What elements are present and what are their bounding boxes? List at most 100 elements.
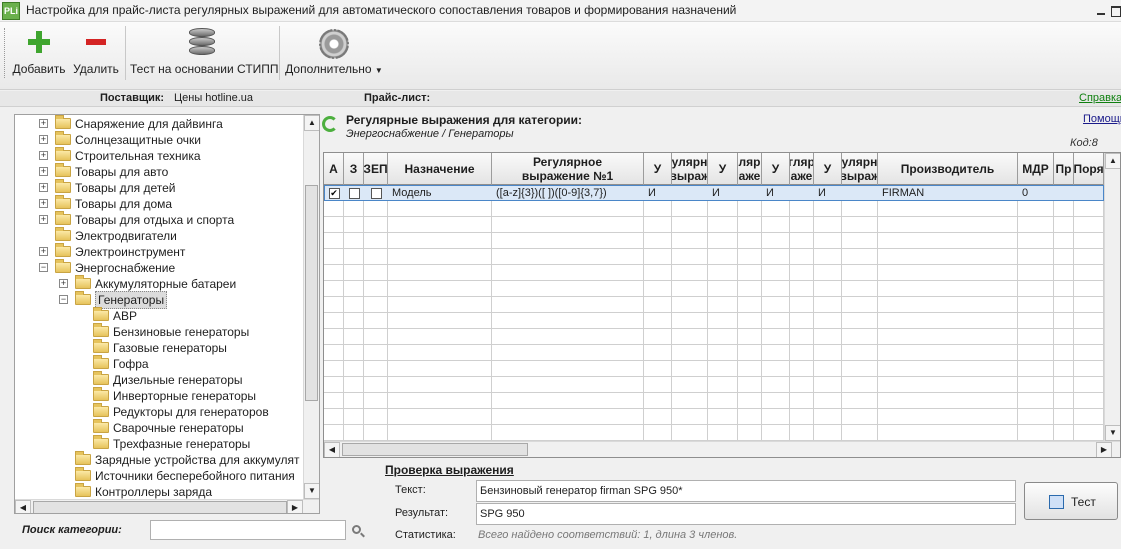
grid-column-header[interactable]: У — [762, 153, 790, 185]
table-cell[interactable] — [846, 186, 878, 201]
expand-icon[interactable]: + — [39, 119, 48, 128]
table-cell[interactable] — [1078, 186, 1104, 201]
collapse-icon[interactable]: − — [59, 295, 68, 304]
scroll-right-icon[interactable]: ▶ — [1096, 442, 1112, 457]
tree-item[interactable]: Сварочные генераторы — [15, 419, 305, 436]
grid-column-header[interactable]: У — [644, 153, 672, 185]
checkbox-zep[interactable] — [370, 188, 382, 199]
expand-icon[interactable]: + — [39, 135, 48, 144]
expand-icon[interactable]: + — [39, 215, 48, 224]
scroll-thumb[interactable] — [33, 501, 287, 513]
scroll-thumb[interactable] — [305, 185, 318, 401]
expand-icon[interactable]: + — [39, 247, 48, 256]
tree-item[interactable]: + Товары для детей — [15, 179, 305, 196]
tree-item[interactable]: Инверторные генераторы — [15, 387, 305, 404]
test-button[interactable]: Тест — [1024, 482, 1118, 520]
tree-item[interactable]: + Товары для отдыха и спорта — [15, 211, 305, 228]
grid-column-header[interactable]: ляр аже — [738, 153, 762, 185]
regex-grid[interactable]: А З ЗЕП Назначение Регулярное выражение №1 Уу… — [323, 152, 1121, 458]
grid-column-header[interactable]: Назначение — [388, 153, 492, 185]
grid-column-header[interactable]: улярн выраж — [842, 153, 878, 185]
scroll-down-icon[interactable]: ▼ — [1105, 425, 1120, 441]
grid-column-header[interactable]: У — [814, 153, 842, 185]
tree-item[interactable]: Гофра — [15, 355, 305, 372]
tree-item[interactable]: Контроллеры заряда — [15, 483, 305, 500]
table-cell[interactable]: И — [712, 186, 738, 201]
expand-icon[interactable]: + — [39, 151, 48, 160]
tree-item[interactable]: Редукторы для генераторов — [15, 403, 305, 420]
table-cell[interactable]: И — [648, 186, 672, 201]
more-dropdown-button[interactable]: Дополнительно ▼ — [285, 26, 383, 78]
tree-item[interactable]: + Строительная техника — [15, 147, 305, 164]
checkbox-a[interactable]: ✔ — [328, 188, 340, 199]
help-link[interactable]: Справка — [1079, 92, 1121, 104]
grid-column-header[interactable]: улярн выраж — [672, 153, 708, 185]
category-tree[interactable]: + Снаряжение для дайвинга + Солнцезащитные … — [14, 114, 320, 514]
tree-item[interactable]: Трехфазные генераторы — [15, 435, 305, 452]
scroll-up-icon[interactable]: ▲ — [304, 115, 319, 131]
table-cell[interactable]: И — [766, 186, 790, 201]
table-cell[interactable] — [742, 186, 762, 201]
grid-column-header[interactable]: Поря — [1074, 153, 1104, 185]
grid-column-header[interactable]: А — [324, 153, 344, 185]
search-input[interactable] — [150, 520, 346, 540]
tree-item[interactable]: − Энергоснабжение — [15, 259, 305, 276]
test-text-field[interactable]: Бензиновый генератор firman SPG 950* — [476, 480, 1016, 502]
refresh-icon[interactable] — [322, 116, 338, 132]
grid-column-header[interactable]: ЗЕП — [364, 153, 388, 185]
regex-help-link[interactable]: Помощь — [1083, 113, 1121, 125]
tree-horizontal-scrollbar[interactable]: ◀ ▶ — [15, 499, 319, 513]
tree-item[interactable]: Источники бесперебойного питания — [15, 467, 305, 484]
table-cell[interactable]: ([a-z]{3})([ ])([0-9]{3,7}) — [496, 186, 644, 201]
scroll-right-icon[interactable]: ▶ — [287, 500, 303, 513]
grid-column-header[interactable]: МДР — [1018, 153, 1054, 185]
tree-item[interactable]: Дизельные генераторы — [15, 371, 305, 388]
scroll-thumb[interactable] — [342, 443, 528, 456]
tree-item[interactable]: Электродвигатели — [15, 227, 305, 244]
grid-vertical-scrollbar[interactable]: ▲ ▼ — [1104, 153, 1120, 441]
delete-button[interactable]: Удалить — [72, 26, 120, 78]
tree-item[interactable]: + Снаряжение для дайвинга — [15, 115, 305, 132]
tree-item[interactable]: Бензиновые генераторы — [15, 323, 305, 340]
search-icon[interactable] — [352, 525, 361, 534]
toolbar-grip[interactable] — [4, 28, 7, 78]
scroll-left-icon[interactable]: ◀ — [15, 500, 31, 513]
grid-body[interactable]: ✔ Модель ([a-z]{3})([ ])([0-9]{3,7}) И И И И FI… — [324, 185, 1104, 441]
tree-item[interactable]: Зарядные устройства для аккумулят — [15, 451, 305, 468]
grid-column-header[interactable]: Производитель — [878, 153, 1018, 185]
expand-icon[interactable]: + — [39, 167, 48, 176]
scroll-left-icon[interactable]: ◀ — [324, 442, 340, 457]
scroll-up-icon[interactable]: ▲ — [1105, 153, 1120, 169]
tree-vertical-scrollbar[interactable]: ▲ ▼ — [303, 115, 319, 499]
expand-icon[interactable]: + — [59, 279, 68, 288]
tree-item[interactable]: + Электроинструмент — [15, 243, 305, 260]
tree-item[interactable]: + Солнцезащитные очки — [15, 131, 305, 148]
grid-horizontal-scrollbar[interactable]: ◀ ▶ — [324, 441, 1120, 457]
tree-item[interactable]: АВР — [15, 307, 305, 324]
tree-item[interactable]: − Генераторы — [15, 291, 305, 309]
grid-column-header[interactable]: У — [708, 153, 738, 185]
collapse-icon[interactable]: − — [39, 263, 48, 272]
table-cell[interactable]: 0 — [1022, 186, 1054, 201]
grid-column-header[interactable]: З — [344, 153, 364, 185]
table-cell[interactable] — [676, 186, 708, 201]
scroll-down-icon[interactable]: ▼ — [304, 483, 319, 499]
grid-column-header[interactable]: Регулярное выражение №1 — [492, 153, 644, 185]
result-field[interactable]: SPG 950 — [476, 503, 1016, 525]
checkbox-z[interactable] — [348, 188, 360, 199]
table-cell[interactable]: FIRMAN — [882, 186, 1018, 201]
tree-item[interactable]: + Товары для авто — [15, 163, 305, 180]
table-cell[interactable] — [794, 186, 814, 201]
test-stipp-button[interactable]: Тест на основании СТИПП — [130, 26, 279, 78]
table-row[interactable]: ✔ Модель ([a-z]{3})([ ])([0-9]{3,7}) И И И И FI… — [324, 185, 1104, 201]
expand-icon[interactable]: + — [39, 183, 48, 192]
table-cell[interactable] — [1058, 186, 1074, 201]
tree-item[interactable]: Газовые генераторы — [15, 339, 305, 356]
add-button[interactable]: Добавить — [10, 26, 68, 78]
expand-icon[interactable]: + — [39, 199, 48, 208]
grid-column-header[interactable]: Пр — [1054, 153, 1074, 185]
maximize-button[interactable] — [1111, 4, 1121, 17]
minimize-button[interactable] — [1097, 4, 1107, 16]
table-cell[interactable]: И — [818, 186, 842, 201]
tree-item[interactable]: + Товары для дома — [15, 195, 305, 212]
